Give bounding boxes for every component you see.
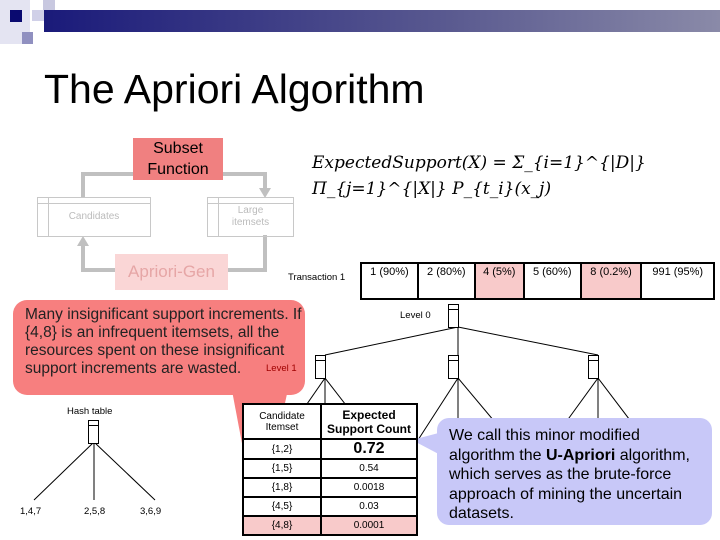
subset-function-box: Subset Function (133, 138, 223, 180)
transaction-cell: 2 (80%) (416, 262, 476, 300)
header-count: Expected Support Count (320, 403, 418, 440)
apriori-gen-box: Apriori-Gen (115, 254, 228, 290)
transaction-label: Transaction 1 (288, 272, 346, 283)
cell-count: 0.0018 (320, 477, 418, 498)
cell-count: 0.0001 (320, 515, 418, 536)
transaction-table: 1 (90%) 2 (80%) 4 (5%) 5 (60%) 8 (0.2%) 991 (… (360, 262, 715, 300)
cell-itemset: {1,2} (242, 438, 322, 460)
transaction-cell: 4 (5%) (473, 262, 525, 300)
header-itemset: Candidate Itemset (242, 403, 322, 440)
leaf-label: 1,4,7 (20, 506, 42, 517)
candidate-table: Candidate Itemset Expected Support Count … (242, 403, 418, 536)
cell-itemset: {4,8} (242, 515, 322, 536)
level0-label: Level 0 (400, 310, 431, 321)
cell-count: 0.54 (320, 458, 418, 479)
tree-node-level1 (588, 355, 599, 379)
level1-label: Level 1 (266, 363, 297, 374)
table-row: {4,5} 0.03 (242, 496, 418, 517)
table-row: {4,8} 0.0001 (242, 515, 418, 536)
table-row: {1,2} 0.72 (242, 438, 418, 460)
transaction-cell: 1 (90%) (360, 262, 419, 300)
hash-table-node (88, 420, 99, 444)
expected-support-formula: ExpectedSupport(X) = Σ_{i=1}^{|D|} Π_{j=… (312, 153, 646, 199)
tree-node-level1 (448, 355, 459, 379)
hash-table-label: Hash table (67, 406, 113, 417)
cell-count: 0.03 (320, 496, 418, 517)
cell-count: 0.72 (320, 438, 418, 460)
leaf-label: 3,6,9 (140, 506, 162, 517)
cell-itemset: {4,5} (242, 496, 322, 517)
blue-callout-text: We call this minor modified algorithm th… (449, 427, 690, 522)
transaction-cell: 991 (95%) (640, 262, 715, 300)
cell-itemset: {1,8} (242, 477, 322, 498)
tree-node-level1 (315, 355, 326, 379)
candidates-label: Candidates (68, 211, 120, 222)
table-row: {1,5} 0.54 (242, 458, 418, 479)
cell-itemset: {1,5} (242, 458, 322, 479)
transaction-cell: 8 (0.2%) (579, 262, 643, 300)
tree-node-level0 (448, 304, 459, 328)
transaction-cell: 5 (60%) (522, 262, 582, 300)
candidates-box: Candidates (37, 197, 151, 237)
leaf-label: 2,5,8 (84, 506, 106, 517)
table-row: {1,8} 0.0018 (242, 477, 418, 498)
large-itemsets-label: Large itemsets (231, 205, 270, 228)
large-itemsets-box: Large itemsets (207, 197, 294, 237)
